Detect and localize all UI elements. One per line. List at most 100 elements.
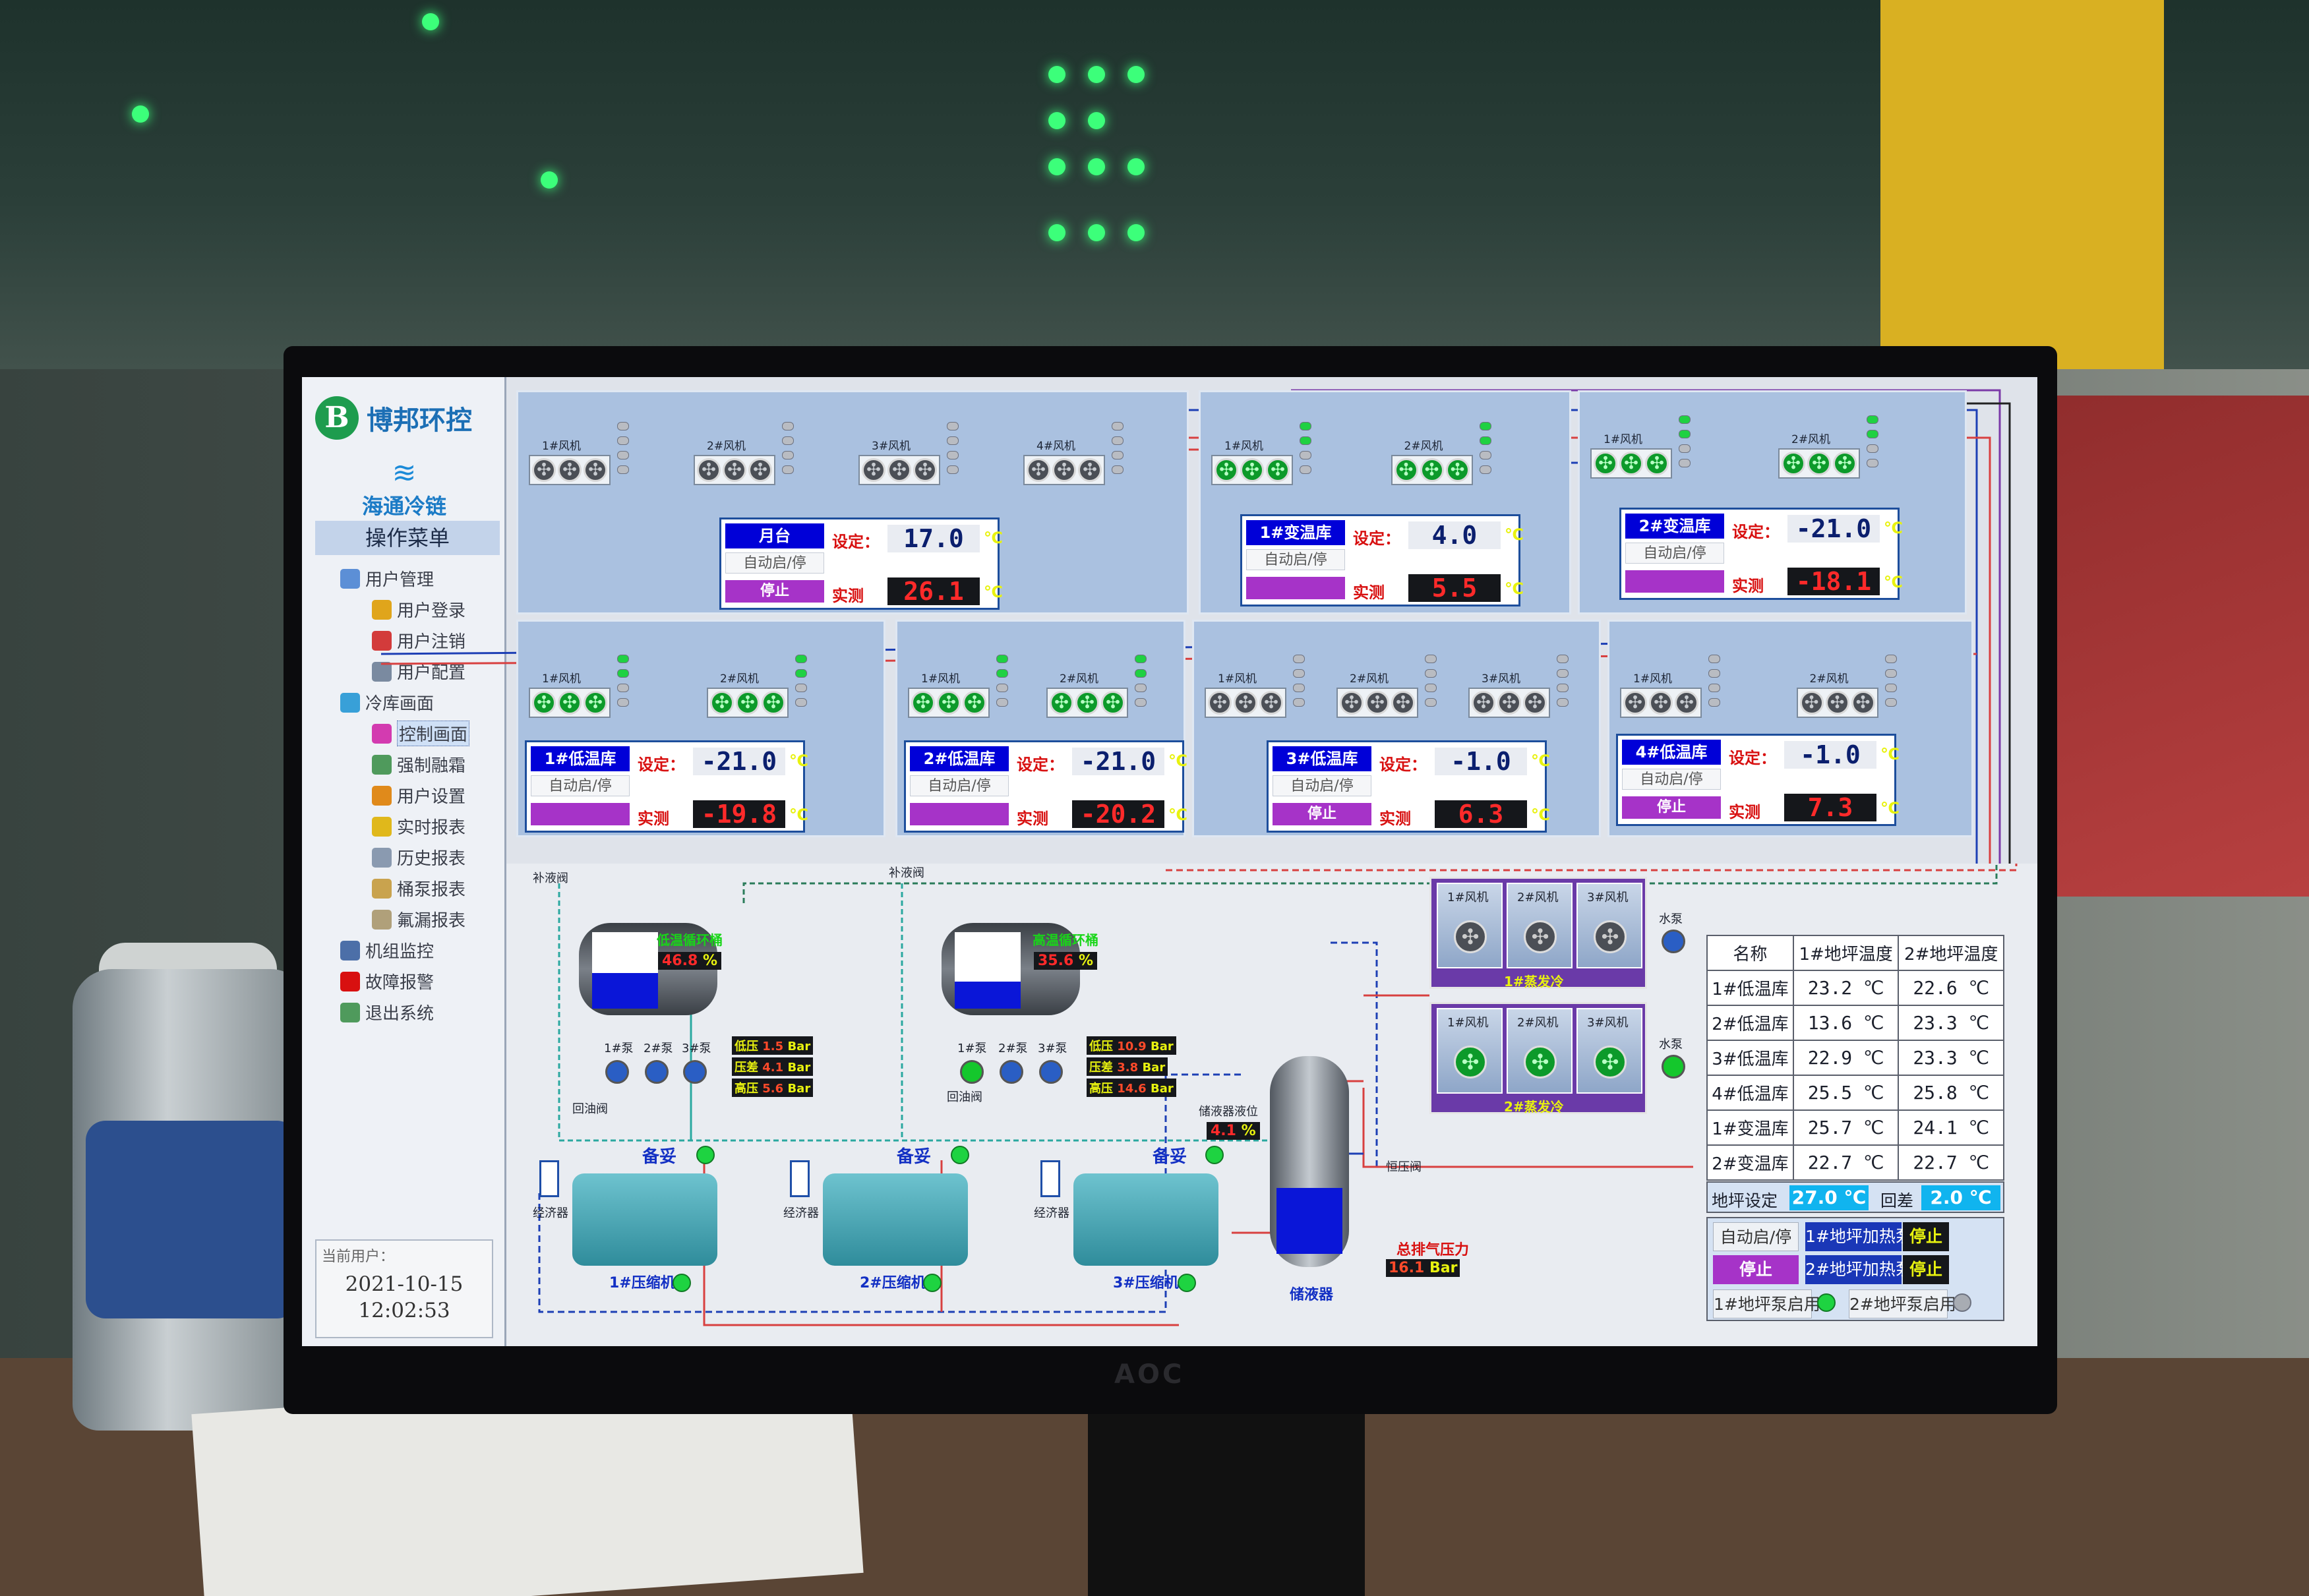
high-tank-pump-1[interactable] [960, 1060, 984, 1084]
valve-indicator [1135, 655, 1147, 663]
evaporator-fan-group[interactable]: ✣ ✣ ✣ [1468, 688, 1550, 718]
evaporator-fan-group[interactable]: ✣ ✣ ✣ [1211, 455, 1293, 485]
valve-indicator [782, 422, 794, 430]
room-state-button[interactable] [1246, 577, 1345, 599]
celsius-unit: ℃ [984, 583, 1004, 601]
compressor-1[interactable] [572, 1173, 717, 1266]
menu-item[interactable]: 氟漏报表 [315, 904, 503, 935]
table-row: 3#低温库 22.9 ℃ 23.3 ℃ [1706, 1040, 2004, 1076]
valve-indicator [1293, 684, 1305, 692]
evaporator-fan-group[interactable]: ✣ ✣ ✣ [1205, 688, 1286, 718]
auto-mode-button[interactable]: 自动启/停 [1625, 543, 1724, 564]
fan-label: 1#风机 [1224, 440, 1264, 453]
valve-indicator [617, 451, 629, 459]
set-value[interactable]: -1.0 [1435, 748, 1527, 775]
floor-temp-2-cell: 22.6 ℃ [1898, 970, 2004, 1006]
p-high-value: 14.6 [1117, 1082, 1147, 1096]
fan-icon: ✣ [1052, 458, 1076, 482]
auto-mode-button[interactable]: 自动启/停 [1622, 769, 1721, 790]
fan-label: 2#风机 [1791, 433, 1831, 446]
cold-room-panel: 1#风机 ✣ ✣ ✣ 2#风机 ✣ ✣ ✣ 1#变温库 自动启/停 设定： 4.0 ℃ 实测 5.5 ℃ [1199, 390, 1571, 614]
cold-room-panel: 1#风机 ✣ ✣ ✣ 2#风机 ✣ ✣ ✣ 2#低温库 自动启/停 设定： -21.0 ℃ 实测 -20.2… [895, 620, 1188, 837]
evaporator-fan-group[interactable]: ✣ ✣ ✣ [707, 688, 789, 718]
evaporator-fan-group[interactable]: ✣ ✣ ✣ [908, 688, 990, 718]
valve-indicator [1479, 436, 1491, 445]
set-value[interactable]: -21.0 [1787, 515, 1880, 543]
menu-item[interactable]: 机组监控 [315, 935, 503, 966]
evaporator-fan-group[interactable]: ✣ ✣ ✣ [1620, 688, 1702, 718]
valve-indicator [1708, 684, 1720, 692]
set-value[interactable]: -21.0 [1072, 748, 1164, 775]
valve-indicator [1300, 422, 1311, 430]
room-state-button[interactable] [910, 803, 1009, 825]
room-state-button[interactable]: 停止 [725, 580, 824, 603]
valve-indicator [1557, 684, 1569, 692]
evaporator-fan-group[interactable]: ✣ ✣ ✣ [1590, 448, 1672, 479]
floor-pump-2-enable[interactable]: 2#地坪泵启用 [1849, 1289, 1956, 1318]
low-tank-pump-3[interactable] [683, 1060, 707, 1084]
evaporator-fan-group[interactable]: ✣ ✣ ✣ [858, 455, 940, 485]
water-pump-icon[interactable] [1662, 930, 1685, 953]
high-tank-pump-3[interactable] [1039, 1060, 1063, 1084]
bar-unit: Bar [787, 1040, 811, 1053]
high-tank-pump-2[interactable] [1000, 1060, 1023, 1084]
return-diff-value[interactable]: 2.0 ℃ [1921, 1185, 2000, 1210]
fan-icon: ✣ [1472, 691, 1495, 715]
floor-auto-button[interactable]: 自动启/停 [1713, 1222, 1799, 1251]
fan-icon: ✣ [1833, 452, 1857, 475]
evaporator-fan-group[interactable]: ✣ ✣ ✣ [1778, 448, 1860, 479]
menu-item[interactable]: 故障报警 [315, 966, 503, 997]
water-pump-icon[interactable] [1662, 1055, 1685, 1079]
evaporator-fan-group[interactable]: ✣ ✣ ✣ [529, 688, 611, 718]
tank-empty [955, 932, 1021, 982]
evaporator-fan-group[interactable]: ✣ ✣ ✣ [1391, 455, 1473, 485]
auto-mode-button[interactable]: 自动启/停 [531, 775, 630, 796]
valve-indicator [1135, 684, 1147, 692]
fan-icon: ✣ [736, 691, 760, 715]
auto-mode-button[interactable]: 自动启/停 [725, 552, 824, 574]
fan-icon: ✣ [1259, 691, 1283, 715]
floor-stop-button[interactable]: 停止 [1713, 1255, 1799, 1284]
evaporator-fan-group[interactable]: ✣ ✣ ✣ [694, 455, 775, 485]
menu-item[interactable]: 退出系统 [315, 997, 503, 1028]
set-value[interactable]: -1.0 [1784, 741, 1876, 769]
room-state-button[interactable]: 停止 [1622, 796, 1721, 819]
p-high-label: 高压 [735, 1082, 758, 1096]
valve-indicator [1884, 669, 1897, 678]
evaporative-condenser[interactable]: 1#风机 ✣ 2#风机 ✣ 3#风机 ✣ 2#蒸发冷 [1429, 1002, 1647, 1115]
actual-value: 7.3 [1784, 794, 1876, 821]
fan-icon: ✣ [532, 691, 556, 715]
water-pump-label: 水泵 [1659, 912, 1683, 926]
auto-mode-button[interactable]: 自动启/停 [1273, 775, 1371, 796]
evaporator-fan-group[interactable]: ✣ ✣ ✣ [1796, 688, 1878, 718]
evaporator-fan-group[interactable]: ✣ ✣ ✣ [1336, 688, 1418, 718]
celsius-unit: ℃ [1168, 752, 1188, 770]
set-value[interactable]: -21.0 [693, 748, 785, 775]
cold-room-panel: 1#风机 ✣ ✣ ✣ 2#风机 ✣ ✣ ✣ 3#风机 ✣ ✣ ✣ 4#风机 ✣ ✣ ✣ 月台 自动启/停 停止 设定：… [516, 390, 1189, 614]
compressor-2[interactable] [823, 1173, 968, 1266]
fan-icon: ✣ [558, 458, 582, 482]
evaporator-fan-group[interactable]: ✣ ✣ ✣ [529, 455, 611, 485]
receiver-label: 储液器 [1290, 1287, 1334, 1303]
valve-indicator [617, 669, 629, 678]
heat-pump-2-status[interactable]: 停止 [1903, 1255, 1949, 1284]
evaporator-fan-group[interactable]: ✣ ✣ ✣ [1023, 455, 1105, 485]
set-value[interactable]: 4.0 [1408, 521, 1501, 549]
floor-pump-1-enable[interactable]: 1#地坪泵启用 [1713, 1289, 1820, 1318]
room-state-button[interactable] [531, 803, 630, 825]
floor-set-value[interactable]: 27.0 ℃ [1789, 1185, 1869, 1210]
set-value[interactable]: 17.0 [887, 525, 980, 552]
auto-mode-button[interactable]: 自动启/停 [1246, 549, 1345, 570]
auto-mode-button[interactable]: 自动启/停 [910, 775, 1009, 796]
heat-pump-1-status[interactable]: 停止 [1903, 1222, 1949, 1251]
room-state-button[interactable] [1625, 570, 1724, 593]
compressor-3[interactable] [1073, 1173, 1218, 1266]
low-tank-pump-1[interactable] [605, 1060, 629, 1084]
evaporator-fan-group[interactable]: ✣ ✣ ✣ [1046, 688, 1128, 718]
actual-label: 实测 [1732, 577, 1764, 595]
fan-icon: ✣ [963, 691, 986, 715]
p-diff-label: 压差 [735, 1061, 758, 1075]
evaporative-condenser[interactable]: 1#风机 ✣ 2#风机 ✣ 3#风机 ✣ 1#蒸发冷 [1429, 877, 1647, 990]
low-tank-pump-2[interactable] [645, 1060, 669, 1084]
room-state-button[interactable]: 停止 [1273, 803, 1371, 825]
